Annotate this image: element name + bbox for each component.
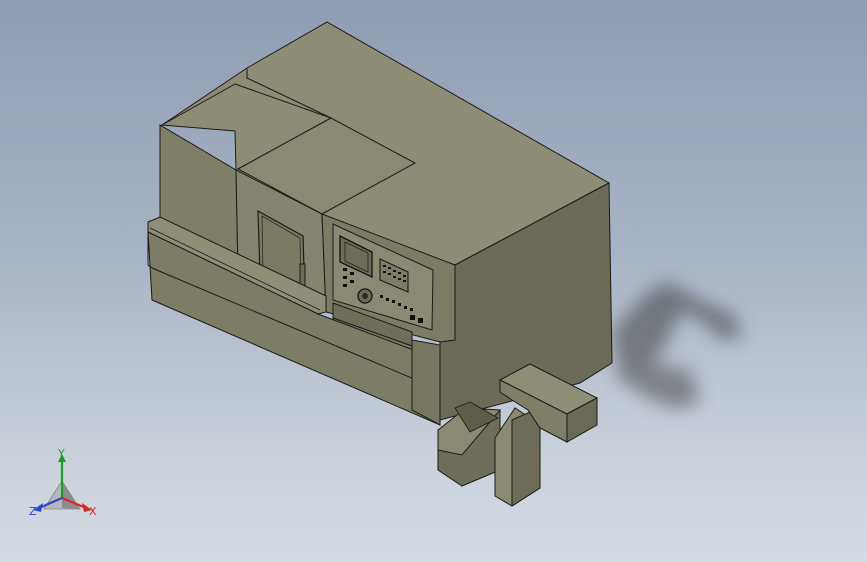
cnc-lathe-model[interactable] bbox=[0, 0, 867, 562]
conveyor-riser-side bbox=[511, 411, 541, 507]
z-axis-label: Z bbox=[29, 505, 37, 518]
x-axis-label: X bbox=[89, 505, 97, 518]
graphics-viewport[interactable]: Y X Z bbox=[0, 0, 867, 562]
model-shadow bbox=[612, 282, 742, 410]
y-axis-label: Y bbox=[58, 447, 65, 460]
base-front-right bbox=[411, 339, 441, 426]
coordinate-triad: Y X Z bbox=[22, 446, 108, 526]
handwheel-hub bbox=[362, 293, 368, 299]
